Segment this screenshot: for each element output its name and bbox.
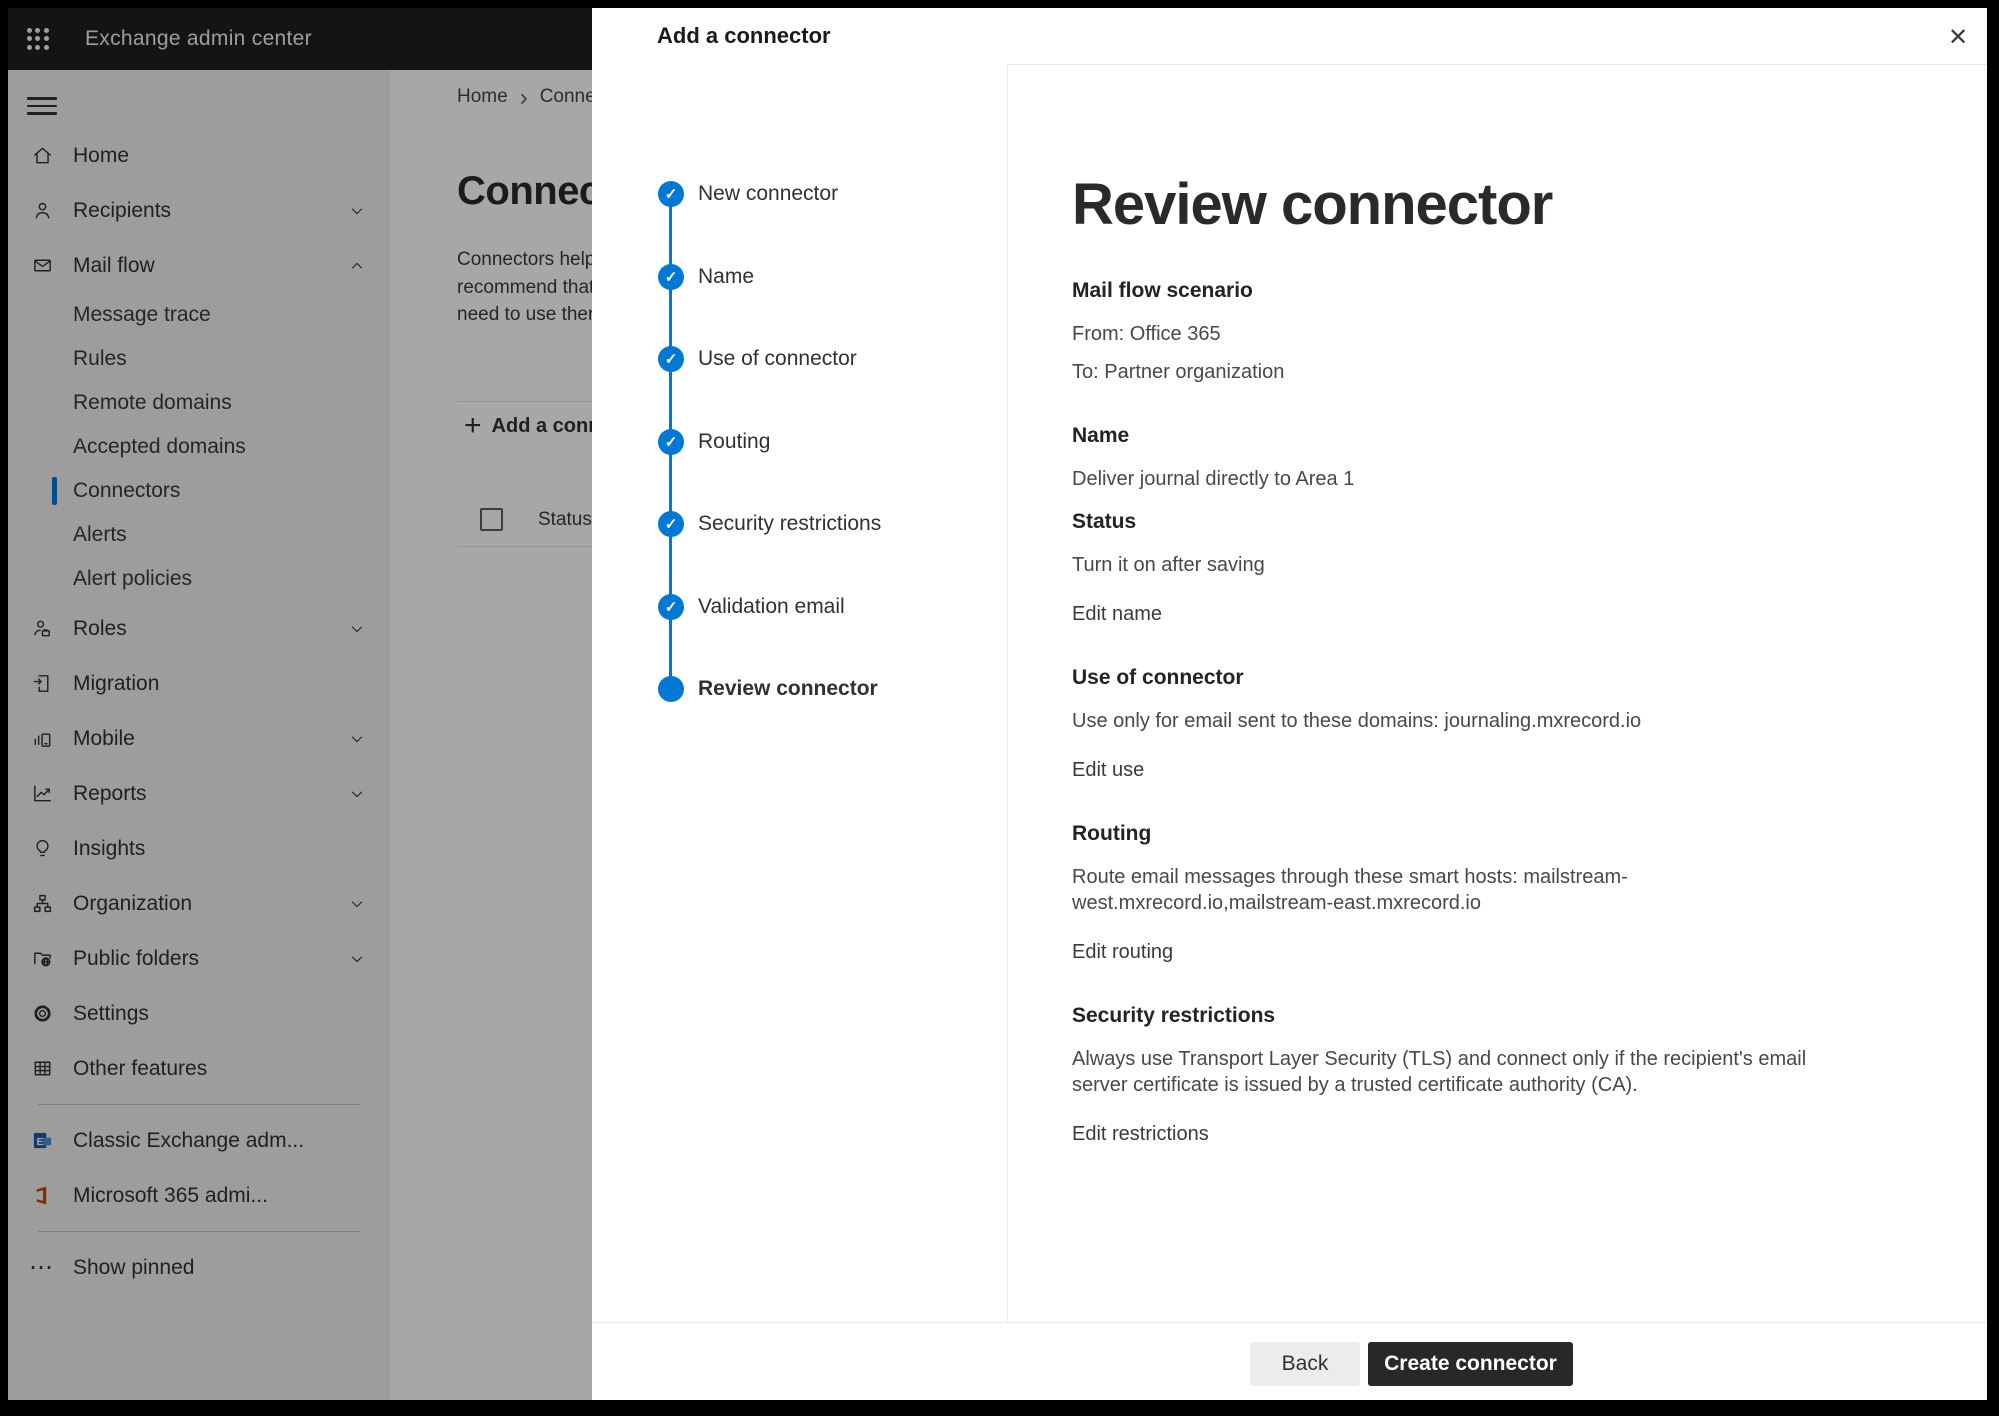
- section-header: Name: [1072, 423, 1860, 449]
- use-of-connector-section: Use of connector Use only for email sent…: [1072, 665, 1860, 783]
- status-subheader: Status: [1072, 509, 1860, 535]
- wizard-panel-divider: [1007, 64, 1008, 1323]
- step-done-icon: ✓: [658, 264, 684, 290]
- routing-section: Routing Route email messages through the…: [1072, 821, 1860, 965]
- security-value: Always use Transport Layer Security (TLS…: [1072, 1046, 1860, 1098]
- review-heading: Review connector: [1072, 170, 1860, 240]
- name-section: Name Deliver journal directly to Area 1 …: [1072, 423, 1860, 627]
- modal-footer: Back Create connector: [592, 1322, 1987, 1400]
- step-current-icon: [658, 676, 684, 702]
- close-icon[interactable]: ✕: [1939, 18, 1977, 56]
- security-restrictions-section: Security restrictions Always use Transpo…: [1072, 1003, 1860, 1147]
- wizard-steps-panel: ✓ New connector ✓ Name ✓ Use of connecto…: [592, 64, 1007, 1400]
- modal-title: Add a connector: [657, 8, 831, 64]
- section-header: Routing: [1072, 821, 1860, 847]
- edit-routing-link[interactable]: Edit routing: [1072, 939, 1173, 965]
- edit-name-link[interactable]: Edit name: [1072, 601, 1162, 627]
- mail-flow-from: From: Office 365: [1072, 321, 1860, 347]
- step-done-icon: ✓: [658, 594, 684, 620]
- step-done-icon: ✓: [658, 346, 684, 372]
- mail-flow-to: To: Partner organization: [1072, 359, 1860, 385]
- routing-value: Route email messages through these smart…: [1072, 864, 1860, 916]
- mail-flow-scenario-section: Mail flow scenario From: Office 365 To: …: [1072, 278, 1860, 385]
- exchange-admin-app: Exchange admin center Home Recipients: [8, 8, 1987, 1400]
- add-connector-modal: Add a connector ✕ ✓ New connector ✓ Name…: [592, 8, 1987, 1400]
- section-header: Mail flow scenario: [1072, 278, 1860, 304]
- section-header: Security restrictions: [1072, 1003, 1860, 1029]
- review-panel: Review connector Mail flow scenario From…: [1072, 64, 1860, 1323]
- modal-header: Add a connector ✕: [592, 8, 1987, 65]
- back-button[interactable]: Back: [1250, 1342, 1360, 1386]
- use-value: Use only for email sent to these domains…: [1072, 708, 1860, 734]
- step-done-icon: ✓: [658, 181, 684, 207]
- status-value: Turn it on after saving: [1072, 552, 1860, 578]
- edit-use-link[interactable]: Edit use: [1072, 757, 1144, 783]
- step-done-icon: ✓: [658, 511, 684, 537]
- create-connector-button[interactable]: Create connector: [1368, 1342, 1573, 1386]
- screenshot-frame: Exchange admin center Home Recipients: [0, 0, 1999, 1416]
- edit-restrictions-link[interactable]: Edit restrictions: [1072, 1121, 1209, 1147]
- section-header: Use of connector: [1072, 665, 1860, 691]
- connector-name-value: Deliver journal directly to Area 1: [1072, 466, 1860, 492]
- step-done-icon: ✓: [658, 429, 684, 455]
